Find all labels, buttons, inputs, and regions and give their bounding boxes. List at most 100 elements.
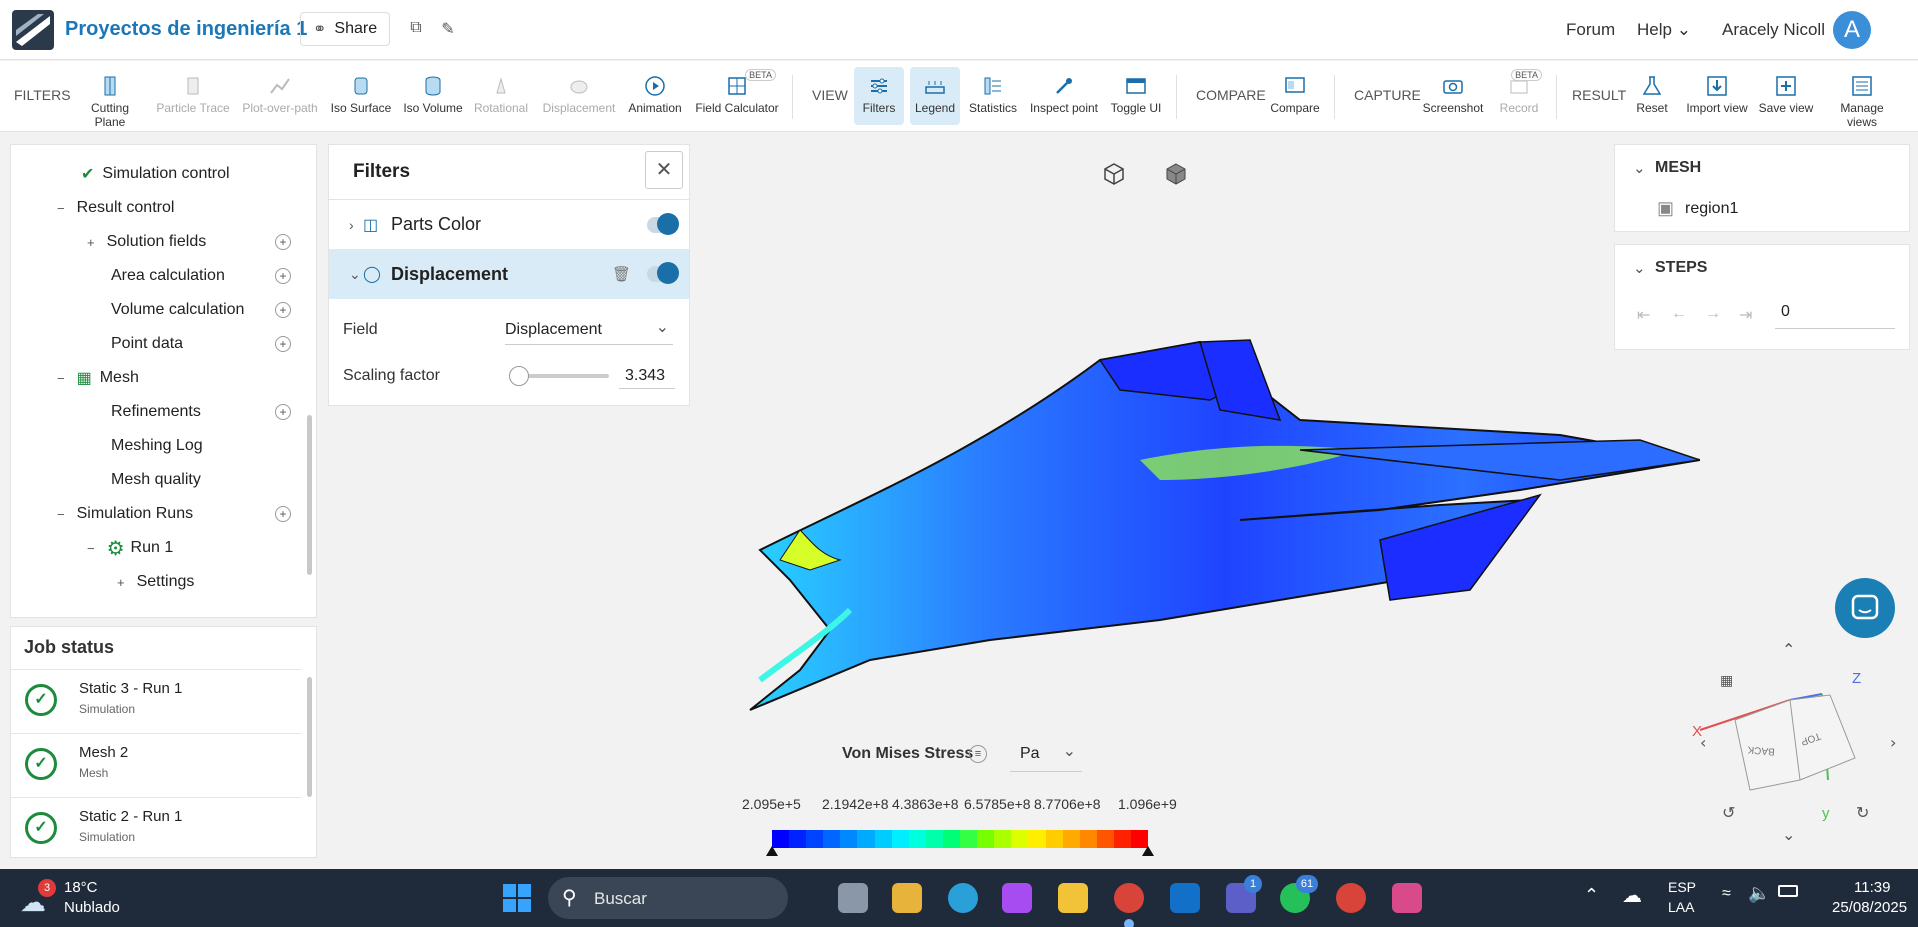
save-view-button[interactable]: Save view — [1758, 67, 1814, 125]
tree-item-point-data[interactable]: Point data + — [111, 327, 316, 361]
add-icon[interactable]: + — [275, 234, 291, 250]
displacement-toggle[interactable] — [647, 262, 679, 284]
parts-color-toggle[interactable] — [647, 212, 679, 235]
job-scrollbar[interactable] — [307, 677, 312, 797]
share-button[interactable]: ⚭ Share — [300, 12, 390, 46]
rotate-up-icon[interactable]: ⌃ — [1782, 640, 1795, 659]
teams-icon[interactable]: 1 — [1226, 875, 1262, 913]
close-button[interactable]: ✕ — [645, 151, 683, 189]
min-marker[interactable] — [766, 846, 778, 856]
lang-top[interactable]: ESP — [1668, 879, 1696, 895]
tree-item-refinements[interactable]: Refinements + — [111, 395, 316, 429]
slider-handle[interactable] — [509, 366, 529, 386]
last-step-icon[interactable]: ⇥ — [1739, 305, 1752, 325]
forum-link[interactable]: Forum — [1566, 20, 1615, 40]
help-menu[interactable]: Help ⌄ — [1637, 20, 1691, 40]
add-icon[interactable]: + — [275, 336, 291, 352]
tree-item-area-calculation[interactable]: Area calculation + — [111, 259, 316, 293]
rotate-left-icon[interactable]: ‹ — [1700, 733, 1706, 752]
cutting-plane-button[interactable]: Cutting Plane — [74, 67, 146, 129]
chevron-down-icon[interactable]: ⌄ — [1633, 259, 1646, 277]
perspective-cube-button[interactable] — [1100, 160, 1128, 188]
task-view-icon[interactable] — [838, 883, 868, 913]
scaling-slider[interactable] — [509, 366, 609, 386]
copy-icon[interactable]: ⧉ — [406, 19, 426, 39]
tree-item-mesh-quality[interactable]: Mesh quality — [111, 463, 201, 497]
animation-button[interactable]: Animation — [624, 67, 686, 125]
plot-over-path-button[interactable]: Plot-over-path — [240, 67, 320, 125]
trash-icon[interactable]: 🗑 — [612, 265, 631, 283]
lang-bottom[interactable]: LAA — [1668, 899, 1694, 915]
screenshot-button[interactable]: Screenshot — [1420, 67, 1486, 125]
solid-cube-button[interactable] — [1162, 160, 1190, 188]
displacement-toolbar-button[interactable]: Displacement — [540, 67, 618, 125]
rotate-ccw-icon[interactable]: ↺ — [1722, 803, 1735, 822]
rotate-cw-icon[interactable]: ↻ — [1856, 803, 1869, 822]
weather-condition[interactable]: Nublado — [64, 899, 120, 916]
iso-volume-button[interactable]: Iso Volume — [400, 67, 466, 125]
edit-pencil-icon[interactable]: ✎ — [438, 19, 458, 39]
windows-start-icon[interactable] — [502, 883, 532, 913]
outlook-icon[interactable] — [1170, 883, 1200, 913]
copilot-icon[interactable] — [1002, 883, 1032, 913]
battery-icon[interactable] — [1778, 885, 1798, 897]
taskbar-search[interactable]: ⚲ Buscar — [548, 877, 788, 919]
add-icon[interactable]: + — [275, 404, 291, 420]
store-icon[interactable] — [892, 883, 922, 913]
whatsapp-icon[interactable]: 61 — [1280, 875, 1318, 913]
iso-surface-button[interactable]: Iso Surface — [330, 67, 392, 125]
project-title[interactable]: Proyectos de ingeniería 1 — [65, 18, 307, 41]
filter-parts-color[interactable]: › ◫ Parts Color — [329, 199, 689, 249]
first-step-icon[interactable]: ⇤ — [1637, 305, 1650, 325]
particle-trace-button[interactable]: Particle Trace — [154, 67, 232, 125]
field-calculator-button[interactable]: BETA Field Calculator — [694, 67, 780, 125]
job-item[interactable]: ✓ Mesh 2 Mesh — [11, 733, 301, 795]
step-input[interactable]: 0 — [1775, 295, 1895, 329]
unit-select[interactable]: Pa ⌄ — [1010, 736, 1082, 772]
tree-item-mesh[interactable]: − ▦ Mesh — [57, 361, 139, 395]
filters-view-button[interactable]: Filters — [854, 67, 904, 125]
tree-item-volume-calculation[interactable]: Volume calculation + — [111, 293, 316, 327]
max-marker[interactable] — [1142, 846, 1154, 856]
snipping-tool-icon[interactable] — [1392, 883, 1422, 913]
user-name[interactable]: Aracely Nicoll — [1722, 20, 1825, 40]
tree-scrollbar[interactable] — [307, 415, 312, 575]
toggle-ui-button[interactable]: Toggle UI — [1108, 67, 1164, 125]
tree-item-result-control[interactable]: − Result control — [57, 191, 174, 225]
aircraft-model-render[interactable] — [740, 330, 1700, 730]
import-view-button[interactable]: Import view — [1684, 67, 1750, 125]
edge-icon[interactable] — [948, 883, 978, 913]
chevron-down-icon[interactable]: ⌄ — [1633, 159, 1646, 177]
file-explorer-icon[interactable] — [1058, 883, 1088, 913]
orientation-cube[interactable]: X y Z TOP BACK ⌃ ⌄ ‹ › ↺ ↻ ▦ — [1680, 640, 1900, 840]
scaling-input[interactable]: 3.343 — [619, 357, 675, 389]
chrome-profile-icon[interactable] — [1336, 883, 1366, 913]
clock-time[interactable]: 11:39 — [1854, 879, 1890, 896]
prev-step-icon[interactable]: ← — [1671, 305, 1687, 323]
next-step-icon[interactable]: → — [1705, 305, 1721, 323]
add-icon[interactable]: + — [275, 506, 291, 522]
tree-item-meshing-log[interactable]: Meshing Log — [111, 429, 203, 463]
add-icon[interactable]: + — [275, 302, 291, 318]
manage-views-button[interactable]: Manage views — [1824, 67, 1900, 129]
tree-item-solution-fields[interactable]: + Solution fields + — [87, 225, 316, 259]
mesh-region-row[interactable]: ▣ region1 — [1614, 186, 1910, 232]
job-item[interactable]: ✓ Static 3 - Run 1 Simulation — [11, 669, 301, 731]
clock-date[interactable]: 25/08/2025 — [1832, 899, 1907, 916]
simscale-logo-icon[interactable] — [12, 10, 54, 50]
statistics-button[interactable]: Statistics — [966, 67, 1020, 125]
field-select[interactable]: Displacement ⌄ — [505, 313, 673, 345]
camera-view-icon[interactable]: ▦ — [1720, 673, 1733, 689]
legend-menu-icon[interactable]: ≡ — [969, 745, 987, 763]
wifi-icon[interactable]: ≈ — [1722, 885, 1731, 903]
compare-button[interactable]: Compare — [1266, 67, 1324, 125]
reset-button[interactable]: Reset — [1630, 67, 1674, 125]
tree-item-settings[interactable]: + Settings — [117, 565, 194, 599]
tree-item-run1[interactable]: − ⚙ Run 1 — [87, 531, 173, 565]
tree-item-simulation-runs[interactable]: − Simulation Runs + — [57, 497, 316, 531]
rotate-down-icon[interactable]: ⌄ — [1782, 825, 1795, 840]
inspect-point-button[interactable]: Inspect point — [1028, 67, 1100, 125]
add-icon[interactable]: + — [275, 268, 291, 284]
chevron-up-icon[interactable]: ⌃ — [1584, 885, 1599, 906]
rotational-button[interactable]: Rotational — [470, 67, 532, 125]
